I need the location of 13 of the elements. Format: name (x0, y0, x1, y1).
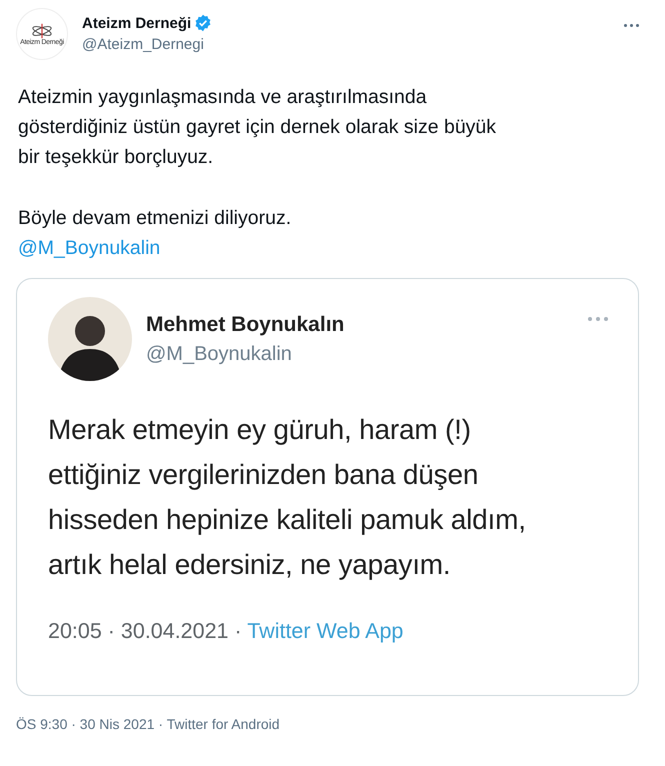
tweet-text: Merak etmeyin ey güruh, haram (!) ettiğiniz vergilerinizden bana düşen hisseden hepinize kaliteli pamuk aldım, artık helal edersiniz, ne yapayım. (48, 413, 527, 582)
tweet-text: Ateizmin yaygınlaşmasında ve araştırılmasında gösterdiğiniz üstün gayret için dernek olarak size büyük bir teşekkür borçluyuz. (18, 85, 498, 170)
tweet-timestamp[interactable]: ÖS 9:30 · 30 Nis 2021 · Twitter for Android (16, 716, 639, 732)
author-handle: @M_Boynukalin (146, 342, 293, 366)
mention-link[interactable]: @M_Boynukalin (18, 233, 160, 263)
tweet-text: Böyle devam etmenizi diliyoruz. (18, 206, 292, 231)
author-name: Mehmet Boynukalın (146, 312, 346, 336)
tweet-timestamp: 20:05 · 30.04.2021 · (48, 619, 243, 643)
author-handle[interactable]: @Ateizm_Dernegi (82, 36, 624, 53)
author-name[interactable]: Ateizm Derneği (82, 14, 192, 32)
more-options-icon[interactable] (624, 22, 639, 29)
atom-icon (30, 22, 54, 38)
more-options-icon (588, 317, 608, 321)
